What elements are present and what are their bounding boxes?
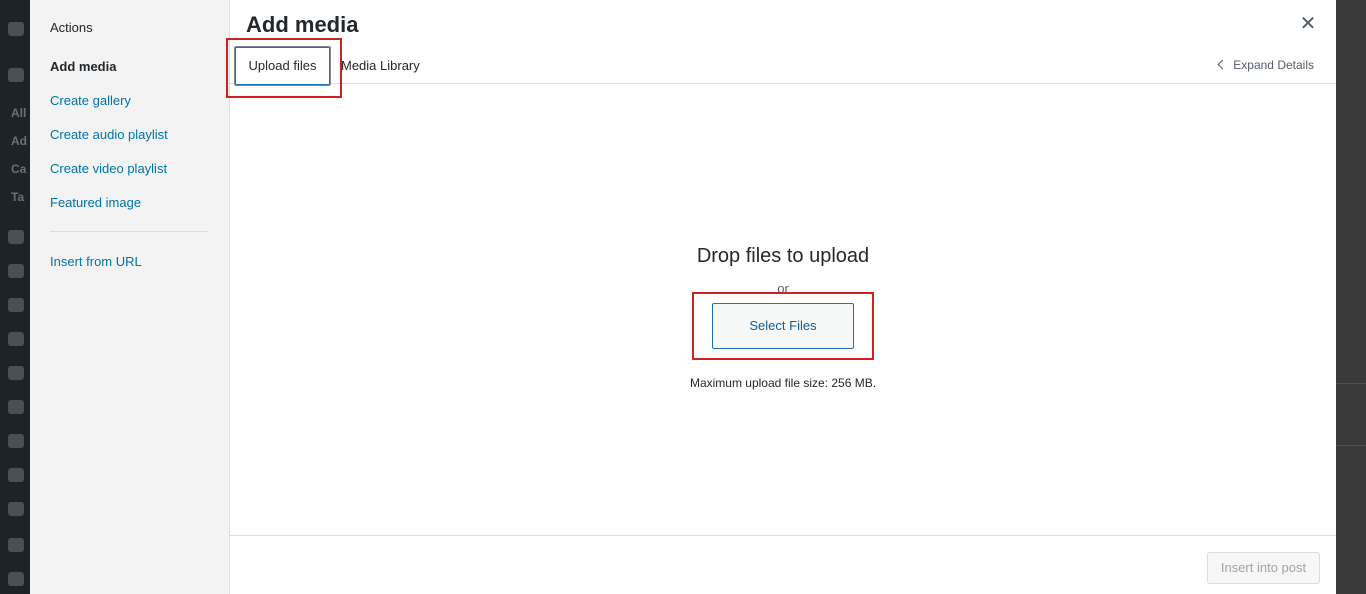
close-icon[interactable]: ✕ [1296, 12, 1320, 36]
admin-menu-label: Ta [11, 190, 25, 204]
admin-menu-label: Ad [11, 134, 27, 148]
menu-item-add-media[interactable]: Add media [50, 59, 116, 74]
modal-title: Add media [246, 12, 359, 37]
or-text: or [777, 281, 789, 296]
menu-item-create-video-playlist[interactable]: Create video playlist [50, 161, 167, 176]
menu-heading: Actions [50, 20, 93, 35]
menu-item-insert-from-url[interactable]: Insert from URL [50, 254, 142, 269]
folder-icon [8, 434, 24, 448]
media-icon [8, 230, 24, 244]
drop-title: Drop files to upload [696, 245, 870, 267]
menu-item-create-gallery[interactable]: Create gallery [50, 93, 131, 108]
plugin-icon [8, 332, 24, 346]
expand-details-button[interactable]: Expand Details [1217, 58, 1314, 72]
menu-separator [50, 231, 208, 232]
menu-item-create-audio-playlist[interactable]: Create audio playlist [50, 127, 168, 142]
comments-icon [8, 400, 24, 414]
max-upload-size: Maximum upload file size: 256 MB. [689, 376, 877, 390]
m-icon [8, 502, 24, 516]
users-icon [8, 538, 24, 552]
chevron-left-icon [1217, 59, 1228, 70]
media-router: Upload files Media Library Expand Detail… [230, 40, 1336, 86]
dashboard-icon [8, 22, 24, 36]
media-frame: Add media ✕ Upload files Media Library E… [226, 0, 1336, 594]
select-files-button[interactable]: Select Files [712, 303, 854, 349]
expand-details-label: Expand Details [1233, 58, 1314, 72]
divider [1336, 383, 1366, 384]
background-overlay-right [1336, 0, 1366, 594]
admin-menu-label: Ca [11, 162, 27, 176]
media-toolbar: Insert into post [230, 535, 1336, 594]
pin-icon [8, 298, 24, 312]
pin-icon [8, 468, 24, 482]
tab-upload-files[interactable]: Upload files [234, 46, 331, 86]
background-admin-menu: All Ad Ca Ta [0, 0, 30, 594]
media-modal: Actions Add media Create gallery Create … [30, 0, 1336, 594]
menu-item-featured-image[interactable]: Featured image [50, 195, 141, 210]
media-menu: Actions Add media Create gallery Create … [30, 0, 230, 594]
pin-icon [8, 264, 24, 278]
posts-icon [8, 68, 24, 82]
admin-menu-label: All [11, 106, 27, 120]
divider [1336, 445, 1366, 446]
pages-icon [8, 366, 24, 380]
tab-media-library[interactable]: Media Library [341, 58, 420, 73]
insert-into-post-button[interactable]: Insert into post [1207, 552, 1320, 584]
upload-dropzone[interactable]: Drop files to upload or Select Files Max… [230, 85, 1336, 535]
tools-icon [8, 572, 24, 586]
